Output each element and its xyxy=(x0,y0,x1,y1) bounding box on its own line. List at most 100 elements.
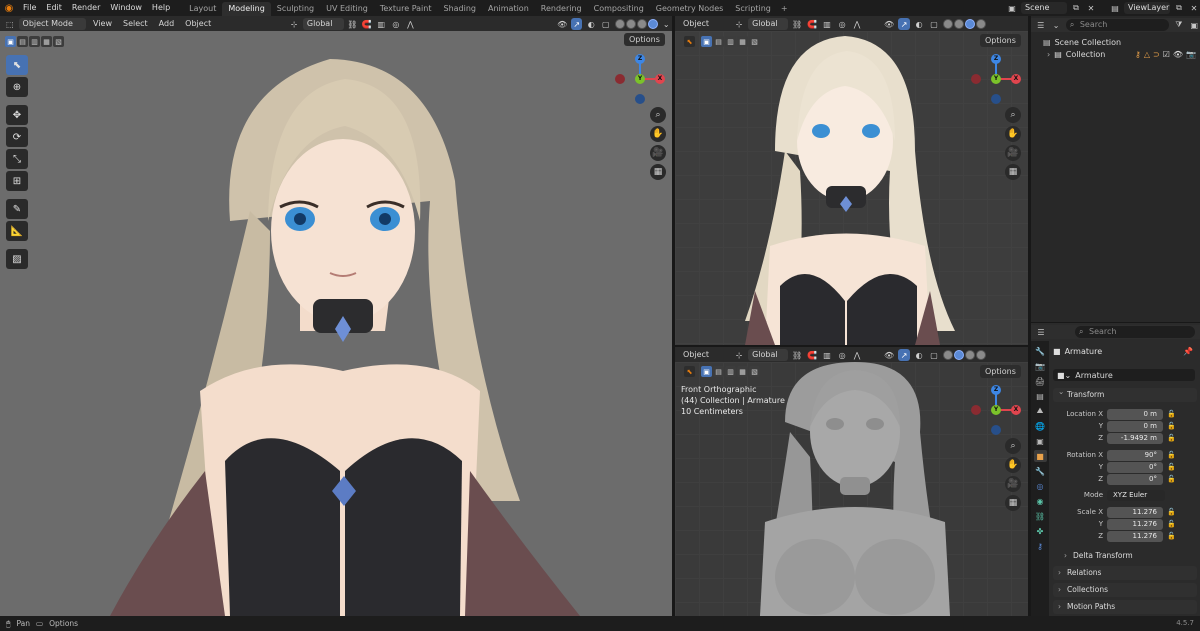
bottom-right-snap-target-icon[interactable]: ▥ xyxy=(821,349,833,361)
outliner-search-input[interactable]: Search xyxy=(1065,19,1170,31)
properties-editor-icon[interactable]: ☰ xyxy=(1035,326,1047,338)
falloff-icon[interactable]: ⋀ xyxy=(405,18,417,30)
top-right-gizmo-x[interactable]: X xyxy=(1011,74,1021,84)
location-z-lock-icon[interactable]: 🔓 xyxy=(1167,434,1176,443)
menu-view[interactable]: View xyxy=(89,18,116,30)
collection-mesh-icon[interactable]: △ xyxy=(1144,50,1150,59)
outliner-filter-icon[interactable]: ⧩ xyxy=(1173,19,1184,31)
location-x-lock-icon[interactable]: 🔓 xyxy=(1167,410,1176,419)
add-cube-tool-icon[interactable]: ▨ xyxy=(6,249,28,269)
rotation-z-lock-icon[interactable]: 🔓 xyxy=(1167,475,1176,484)
bottom-right-rendered-icon[interactable] xyxy=(976,350,987,360)
bottom-right-pan-icon[interactable]: ✋ xyxy=(1005,457,1021,473)
top-right-overlay-icon[interactable]: ◐ xyxy=(913,18,925,30)
workspace-tab-sculpting[interactable]: Sculpting xyxy=(271,2,320,16)
object-data-selector[interactable]: ■⌄ Armature xyxy=(1053,369,1195,381)
perspective-grid-icon[interactable]: ▦ xyxy=(650,164,666,180)
scene-icon[interactable]: ▣ xyxy=(1006,2,1018,14)
tool-tab-icon[interactable]: 🔧 xyxy=(1034,345,1047,357)
top-right-pivot-icon[interactable]: ⛓ xyxy=(791,18,803,30)
overlay-icon[interactable]: ◐ xyxy=(585,18,597,30)
top-menu-window[interactable]: Window xyxy=(105,0,147,16)
object-tab-icon[interactable]: ■ xyxy=(1033,450,1047,462)
gizmo-x-axis[interactable]: X xyxy=(655,74,665,84)
scale-z-field[interactable]: 11.276 xyxy=(1107,531,1163,542)
workspace-tab-animation[interactable]: Animation xyxy=(482,2,535,16)
top-menu-render[interactable]: Render xyxy=(67,0,105,16)
top-right-gizmo-z[interactable]: Z xyxy=(991,54,1001,64)
workspace-tab-rendering[interactable]: Rendering xyxy=(535,2,588,16)
bottom-right-gizmo-neg-z[interactable] xyxy=(991,425,1001,435)
top-right-xray-icon[interactable]: ▢ xyxy=(928,18,940,30)
constraints-tab-icon[interactable]: ⛓ xyxy=(1034,510,1047,522)
top-right-3d-viewport[interactable]: ⬉ ▣ ▤ ▥ ▦ ▧ Options Z Y X ⌕ ✋ 🎥 ▦ xyxy=(675,31,1028,345)
bottom-right-gizmo-icon[interactable]: ↗ xyxy=(898,349,911,361)
bottom-right-snap-icon[interactable]: 🧲 xyxy=(806,349,818,361)
top-right-wireframe-icon[interactable] xyxy=(943,19,954,29)
menu-add[interactable]: Add xyxy=(155,18,179,30)
gizmo-neg-x-axis[interactable] xyxy=(615,74,625,84)
rotation-z-field[interactable]: 0° xyxy=(1107,474,1163,485)
gizmo-neg-z-axis[interactable] xyxy=(635,94,645,104)
bottom-right-camera-icon[interactable]: 🎥 xyxy=(1005,476,1021,492)
scale-y-lock-icon[interactable]: 🔓 xyxy=(1167,520,1176,529)
top-right-proportional-icon[interactable]: ◎ xyxy=(836,18,848,30)
rotate-tool-icon[interactable]: ⟳ xyxy=(6,127,28,147)
duplicate-scene-icon[interactable]: ⧉ xyxy=(1070,2,1082,14)
render-tab-icon[interactable]: 📷 xyxy=(1034,360,1047,372)
gizmo-y-axis[interactable]: Y xyxy=(635,74,645,84)
solid-shading-icon[interactable] xyxy=(625,19,636,29)
object-mode-dropdown[interactable]: Object Mode xyxy=(18,18,86,30)
collection-tab-icon[interactable]: ▣ xyxy=(1034,435,1047,447)
snap-icon[interactable]: 🧲 xyxy=(361,18,373,30)
delta-transform-header[interactable]: Delta Transform xyxy=(1059,549,1197,563)
bottom-right-xray-icon[interactable]: ▢ xyxy=(928,349,940,361)
top-menu-edit[interactable]: Edit xyxy=(41,0,67,16)
top-right-gizmo-neg-x[interactable] xyxy=(971,74,981,84)
top-right-snap-icon[interactable]: 🧲 xyxy=(806,18,818,30)
bottom-right-mode-menu[interactable]: Object xyxy=(679,349,713,361)
bottom-right-overlay-icon[interactable]: ◐ xyxy=(913,349,925,361)
properties-search-input[interactable]: Search xyxy=(1075,326,1195,338)
shading-options-icon[interactable]: ⌄ xyxy=(661,18,673,30)
scale-x-lock-icon[interactable]: 🔓 xyxy=(1167,508,1176,517)
location-z-field[interactable]: -1.9492 m xyxy=(1107,433,1163,444)
bottom-right-zoom-icon[interactable]: ⌕ xyxy=(1005,438,1021,454)
rotation-x-field[interactable]: 90° xyxy=(1107,450,1163,461)
top-right-gizmo-icon[interactable]: ↗ xyxy=(898,18,911,30)
workspace-tab-modeling[interactable]: Modeling xyxy=(222,2,271,16)
scale-y-field[interactable]: 11.276 xyxy=(1107,519,1163,530)
visibility-icon[interactable]: 👁 xyxy=(556,18,568,30)
wireframe-shading-icon[interactable] xyxy=(614,19,625,29)
workspace-tab-geometry-nodes[interactable]: Geometry Nodes xyxy=(650,2,729,16)
bottom-right-3d-viewport[interactable]: ⬉ ▣ ▤ ▥ ▦ ▧ Options Front Orthographic (… xyxy=(675,362,1028,616)
top-right-visibility-icon[interactable]: 👁 xyxy=(883,18,895,30)
output-tab-icon[interactable]: 🖨 xyxy=(1034,375,1047,387)
gizmo-toggle-icon[interactable]: ↗ xyxy=(570,18,583,30)
collections-header[interactable]: Collections xyxy=(1053,583,1197,597)
bottom-right-pivot-icon[interactable]: ⛓ xyxy=(791,349,803,361)
top-right-pan-icon[interactable]: ✋ xyxy=(1005,126,1021,142)
top-right-gizmo-y[interactable]: Y xyxy=(991,74,1001,84)
menu-object[interactable]: Object xyxy=(181,18,215,30)
top-right-zoom-icon[interactable]: ⌕ xyxy=(1005,107,1021,123)
top-right-camera-icon[interactable]: 🎥 xyxy=(1005,145,1021,161)
top-right-snap-target-icon[interactable]: ▥ xyxy=(821,18,833,30)
location-y-lock-icon[interactable]: 🔓 xyxy=(1167,422,1176,431)
pan-hand-icon[interactable]: ✋ xyxy=(650,126,666,142)
bone-tab-icon[interactable]: ⚷ xyxy=(1034,540,1047,552)
top-right-mode-menu[interactable]: Object xyxy=(679,18,713,30)
workspace-tab-uv-editing[interactable]: UV Editing xyxy=(320,2,374,16)
collection-expand-chevron-icon[interactable]: › xyxy=(1047,50,1050,59)
view-layer-field[interactable]: ViewLayer xyxy=(1124,2,1170,14)
bottom-right-visibility-icon[interactable]: 👁 xyxy=(883,349,895,361)
collection-checkbox-icon[interactable]: ☑ xyxy=(1163,50,1170,59)
workspace-tab-texture-paint[interactable]: Texture Paint xyxy=(374,2,438,16)
scale-z-lock-icon[interactable]: 🔓 xyxy=(1167,532,1176,541)
bottom-right-gizmo-y[interactable]: Y xyxy=(991,405,1001,415)
rotation-x-lock-icon[interactable]: 🔓 xyxy=(1167,451,1176,460)
modifier-tab-icon[interactable]: 🔧 xyxy=(1034,465,1047,477)
outliner-filter-mode-icon[interactable]: ⌄ xyxy=(1050,19,1061,31)
top-right-navigation-gizmo[interactable]: Z Y X xyxy=(970,53,1022,105)
workspace-tab-scripting[interactable]: Scripting xyxy=(729,2,777,16)
